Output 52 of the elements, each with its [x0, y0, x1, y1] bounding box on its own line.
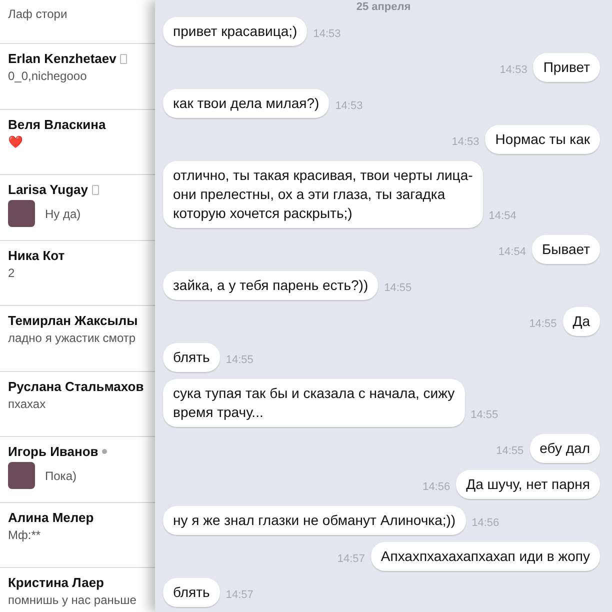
- received-message-bubble: сука тупая так бы и сказала с начала, сижу время трачу...: [163, 379, 465, 427]
- sent-message-bubble: Бывает: [532, 235, 600, 264]
- message-time: 14:55: [470, 409, 498, 423]
- contact-name: Кристина Лаер: [8, 575, 104, 590]
- message-time: 14:57: [226, 589, 254, 603]
- contact-name: Руслана Стальмахов: [8, 378, 144, 394]
- received-message-bubble: блять: [163, 578, 220, 607]
- message-preview: 0_0,nichegooo: [8, 69, 87, 83]
- received-message-bubble: отлично, ты такая красивая, твои черты лица- они прелестны, ох а эти глаза, ты загадка которую хочется раскрыть;): [163, 161, 483, 228]
- message-time: 14:54: [488, 210, 516, 224]
- message-preview: помнишь у нас раньше: [8, 593, 136, 607]
- sent-message-bubble: Привет: [533, 53, 600, 82]
- message-time: 14:55: [529, 318, 557, 332]
- sent-message-bubble: Нормас ты как: [485, 125, 600, 154]
- contact-name: Larisa Yugay: [8, 182, 88, 197]
- received-message-bubble: привет красавица;): [163, 17, 308, 46]
- message-preview: пхахах: [8, 396, 46, 410]
- message-time: 14:54: [498, 246, 526, 260]
- received-message-bubble: как твои дела милая?): [163, 89, 330, 118]
- sent-message-bubble: Да шучу, нет парня: [456, 470, 600, 499]
- message-time: 14:56: [472, 517, 500, 531]
- date-header: 25 апреля: [355, 1, 412, 14]
- sent-message-bubble: Да: [562, 307, 600, 336]
- contact-row[interactable]: Larisa Yugay Ну да): [0, 175, 155, 240]
- contact-name: Erlan Kenzhetaev: [8, 51, 116, 66]
- message-preview: Мф:**: [8, 528, 41, 542]
- received-message-bubble: блять: [163, 343, 220, 372]
- contact-name: Ника Кот: [8, 248, 65, 262]
- message-time: 14:56: [422, 481, 450, 495]
- message-time: 14:53: [335, 100, 363, 114]
- message-time: 14:53: [313, 28, 341, 42]
- message-time: 14:55: [226, 354, 254, 368]
- contact-name: Игорь Иванов: [8, 444, 98, 459]
- contact-name: Веля Власкина: [8, 116, 106, 132]
- message-time: 14:55: [496, 445, 524, 459]
- message-preview: Лаф стори: [8, 7, 68, 21]
- message-preview: 2: [8, 266, 15, 280]
- sent-message-bubble: ебу дал: [530, 434, 600, 463]
- received-message-bubble: ну я же знал глазки не обманут Алиночка;)): [163, 506, 466, 535]
- message-preview: Пока): [45, 468, 76, 482]
- received-message-bubble: зайка, а у тебя парень есть?)): [163, 271, 378, 300]
- message-time: 14:55: [384, 282, 412, 296]
- message-preview: ❤: [8, 134, 23, 148]
- sent-message-bubble: Апхахпхахахапхахап иди в жопу: [370, 542, 600, 571]
- message-time: 14:53: [500, 64, 528, 78]
- contact-row[interactable]: Игорь Иванов Пока): [0, 437, 155, 502]
- contact-name: Темирлан Жаксылы: [8, 313, 138, 328]
- contact-name: Алина Мелер: [8, 510, 94, 524]
- message-preview: Ну да): [45, 206, 81, 220]
- message-preview: ладно я ужастик смотр: [8, 331, 136, 345]
- message-time: 14:53: [452, 136, 480, 150]
- message-time: 14:57: [337, 553, 365, 567]
